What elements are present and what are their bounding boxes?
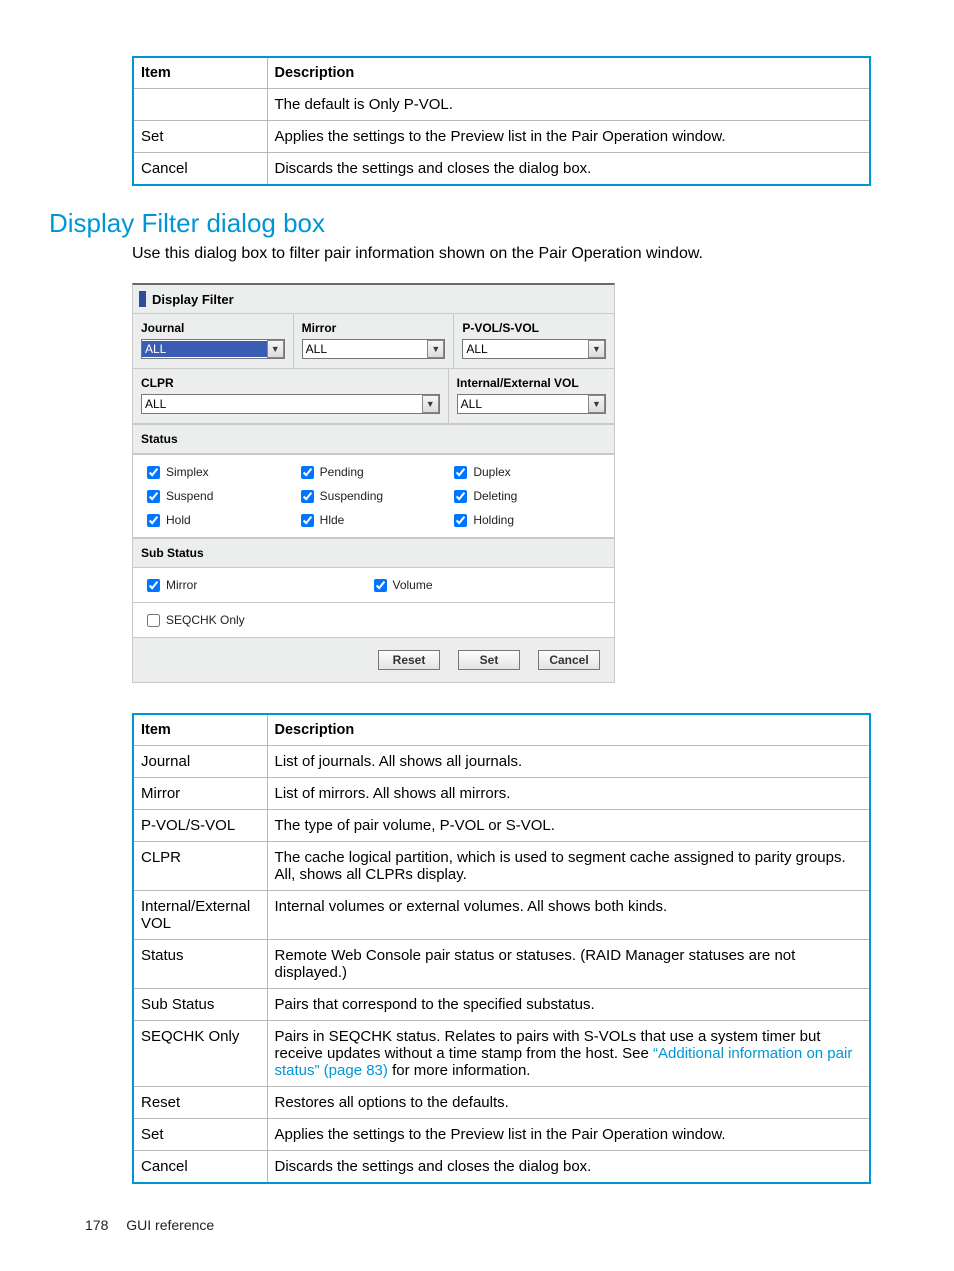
status-pending-checkbox[interactable]: Pending xyxy=(301,465,447,479)
intext-vol-dropdown[interactable]: ALL ▼ xyxy=(457,394,606,414)
table-row: The default is Only P-VOL. xyxy=(133,89,870,121)
status-suspending-checkbox[interactable]: Suspending xyxy=(301,489,447,503)
dialog-title-bar: Display Filter xyxy=(133,285,614,314)
set-button[interactable]: Set xyxy=(458,650,520,670)
table-row: MirrorList of mirrors. All shows all mir… xyxy=(133,778,870,810)
section-heading: Display Filter dialog box xyxy=(49,208,870,239)
page-number: 178 xyxy=(85,1217,108,1233)
reset-button[interactable]: Reset xyxy=(378,650,440,670)
status-section-label: Status xyxy=(133,424,614,454)
seqchk-desc-cell: Pairs in SEQCHK status. Relates to pairs… xyxy=(267,1021,870,1087)
clpr-dropdown[interactable]: ALL ▼ xyxy=(141,394,440,414)
dialog-button-bar: Reset Set Cancel xyxy=(133,638,614,682)
status-deleting-checkbox[interactable]: Deleting xyxy=(454,489,600,503)
seqchk-only-checkbox[interactable]: SEQCHK Only xyxy=(147,613,600,627)
pvol-svol-dropdown[interactable]: ALL ▼ xyxy=(462,339,606,359)
chevron-down-icon: ▼ xyxy=(588,340,605,358)
display-filter-dialog: Display Filter Journal Mirror P-VOL/S-VO… xyxy=(132,283,615,683)
status-hlde-checkbox[interactable]: Hlde xyxy=(301,513,447,527)
item-description-table-bottom: Item Description JournalList of journals… xyxy=(132,713,871,1184)
col-desc-header: Description xyxy=(267,714,870,746)
col-item-header: Item xyxy=(133,57,267,89)
substatus-volume-checkbox[interactable]: Volume xyxy=(374,578,601,592)
table-row: SEQCHK Only Pairs in SEQCHK status. Rela… xyxy=(133,1021,870,1087)
page-footer: 178 GUI reference xyxy=(85,1217,214,1233)
table-row: P-VOL/S-VOLThe type of pair volume, P-VO… xyxy=(133,810,870,842)
status-suspend-checkbox[interactable]: Suspend xyxy=(147,489,293,503)
substatus-row: Mirror Volume xyxy=(133,568,614,603)
table-row: CLPRThe cache logical partition, which i… xyxy=(133,842,870,891)
item-description-table-top: Item Description The default is Only P-V… xyxy=(132,56,871,186)
table-row: CancelDiscards the settings and closes t… xyxy=(133,1151,870,1184)
mirror-label: Mirror xyxy=(294,314,455,339)
journal-label: Journal xyxy=(133,314,294,339)
table-row: Internal/External VOLInternal volumes or… xyxy=(133,891,870,940)
status-holding-checkbox[interactable]: Holding xyxy=(454,513,600,527)
table-row: Cancel Discards the settings and closes … xyxy=(133,153,870,186)
cancel-button[interactable]: Cancel xyxy=(538,650,600,670)
table-row: Set Applies the settings to the Preview … xyxy=(133,121,870,153)
pvol-svol-label: P-VOL/S-VOL xyxy=(454,314,614,339)
intro-text: Use this dialog box to filter pair infor… xyxy=(132,245,870,263)
table-row: StatusRemote Web Console pair status or … xyxy=(133,940,870,989)
table-row: SetApplies the settings to the Preview l… xyxy=(133,1119,870,1151)
table-row: Sub StatusPairs that correspond to the s… xyxy=(133,989,870,1021)
footer-section: GUI reference xyxy=(126,1217,214,1233)
chevron-down-icon: ▼ xyxy=(427,340,444,358)
intext-vol-label: Internal/External VOL xyxy=(449,369,614,394)
chevron-down-icon: ▼ xyxy=(422,395,439,413)
status-hold-checkbox[interactable]: Hold xyxy=(147,513,293,527)
table-row: ResetRestores all options to the default… xyxy=(133,1087,870,1119)
table-row: JournalList of journals. All shows all j… xyxy=(133,746,870,778)
status-simplex-checkbox[interactable]: Simplex xyxy=(147,465,293,479)
status-checkbox-grid: Simplex Pending Duplex Suspend Suspendin… xyxy=(133,454,614,538)
substatus-mirror-checkbox[interactable]: Mirror xyxy=(147,578,374,592)
chevron-down-icon: ▼ xyxy=(588,395,605,413)
dialog-title-text: Display Filter xyxy=(152,292,234,307)
title-bar-icon xyxy=(139,291,146,307)
mirror-dropdown[interactable]: ALL ▼ xyxy=(302,339,446,359)
status-duplex-checkbox[interactable]: Duplex xyxy=(454,465,600,479)
col-item-header: Item xyxy=(133,714,267,746)
chevron-down-icon: ▼ xyxy=(267,340,284,358)
substatus-section-label: Sub Status xyxy=(133,538,614,568)
clpr-label: CLPR xyxy=(133,369,449,394)
col-desc-header: Description xyxy=(267,57,870,89)
journal-dropdown[interactable]: ALL ▼ xyxy=(141,339,285,359)
